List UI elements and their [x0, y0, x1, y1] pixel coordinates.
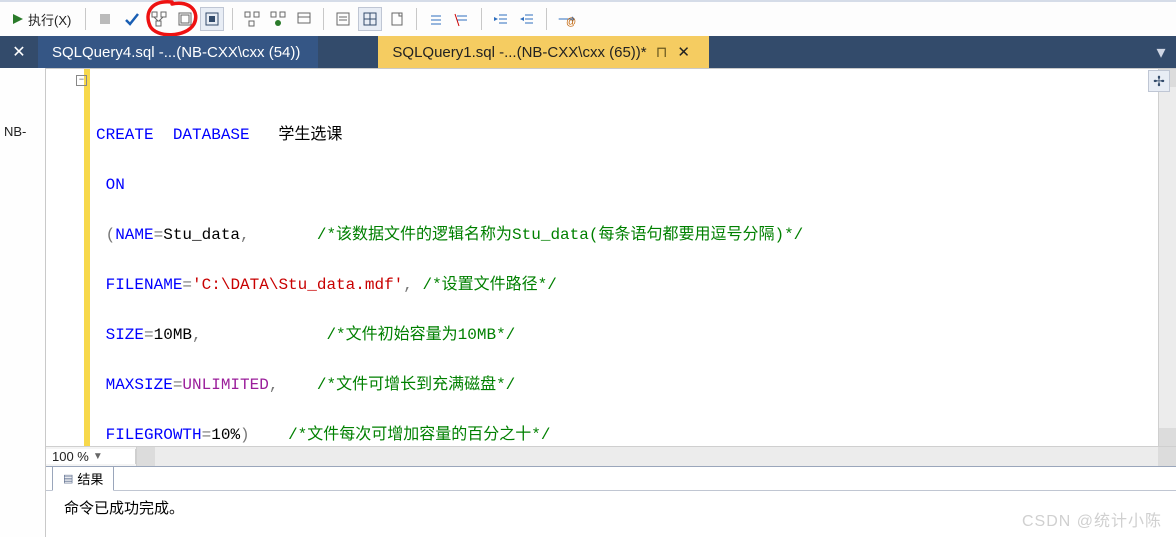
object-explorer-collapsed[interactable]: NB- — [0, 68, 46, 537]
results-file-button[interactable] — [386, 7, 408, 31]
outdent-button[interactable] — [516, 7, 538, 31]
tab-sqlquery1[interactable]: SQLQuery1.sql -...(NB-CXX\cxx (65))* ⊓ ✕ — [378, 36, 708, 68]
results-tabstrip: ▤ 结果 — [46, 467, 1176, 491]
query-options-button[interactable] — [174, 7, 196, 31]
line-margin — [46, 69, 84, 446]
scroll-right-button[interactable] — [1158, 447, 1176, 466]
svg-text:@: @ — [566, 17, 576, 27]
separator — [232, 8, 233, 30]
chevron-down-icon: ▼ — [93, 451, 103, 462]
tab-label: SQLQuery1.sql -...(NB-CXX\cxx (65))* — [392, 44, 646, 61]
zoom-dropdown[interactable]: 100 % ▼ — [46, 449, 136, 464]
editor-pane: − CREATE DATABASE 学生选课 ON (NAME=Stu_data… — [46, 68, 1176, 466]
uncomment-button[interactable] — [451, 7, 473, 31]
indent-button[interactable] — [490, 7, 512, 31]
results-text-button[interactable] — [332, 7, 354, 31]
editor-footer: 100 % ▼ — [46, 446, 1176, 466]
execute-button[interactable]: 执行(X) — [6, 7, 77, 31]
results-tab[interactable]: ▤ 结果 — [52, 466, 114, 491]
results-grid-button[interactable] — [358, 7, 382, 31]
scroll-left-button[interactable] — [137, 447, 155, 466]
pin-icon[interactable]: ⊓ — [655, 43, 669, 61]
zoom-value: 100 % — [52, 449, 89, 464]
separator — [546, 8, 547, 30]
client-stats-button[interactable] — [293, 7, 315, 31]
split-window-button[interactable]: ✢ — [1148, 70, 1170, 92]
messages-icon: ▤ — [63, 472, 73, 485]
horizontal-scrollbar[interactable] — [136, 447, 1176, 466]
side-label: NB- — [4, 124, 26, 139]
collapse-toggle-icon[interactable]: − — [76, 75, 87, 86]
results-pane: ▤ 结果 命令已成功完成。 — [46, 466, 1176, 537]
separator — [481, 8, 482, 30]
actual-plan-button[interactable] — [241, 7, 263, 31]
separator — [323, 8, 324, 30]
document-tab-strip: ✕ SQLQuery4.sql -...(NB-CXX\cxx (54)) SQ… — [0, 36, 1176, 68]
intellisense-button[interactable] — [200, 7, 224, 31]
close-panel-button[interactable]: ✕ — [0, 36, 38, 68]
specify-params-button[interactable]: ⟶@ — [555, 7, 579, 31]
code-editor[interactable]: − CREATE DATABASE 学生选课 ON (NAME=Stu_data… — [46, 69, 1176, 446]
separator — [85, 8, 86, 30]
code-content[interactable]: − CREATE DATABASE 学生选课 ON (NAME=Stu_data… — [90, 69, 1158, 446]
separator — [416, 8, 417, 30]
live-stats-button[interactable] — [267, 7, 289, 31]
stop-button[interactable] — [94, 7, 116, 31]
comment-button[interactable] — [425, 7, 447, 31]
scroll-down-button[interactable] — [1159, 428, 1176, 446]
tab-label: SQLQuery4.sql -...(NB-CXX\cxx (54)) — [52, 44, 300, 61]
results-tab-label: 结果 — [77, 469, 103, 488]
close-tab-icon[interactable]: ✕ — [677, 43, 691, 61]
tab-sqlquery4[interactable]: SQLQuery4.sql -...(NB-CXX\cxx (54)) — [38, 36, 318, 68]
tab-overflow-button[interactable]: ▾ — [1146, 36, 1176, 68]
parse-check-button[interactable] — [120, 7, 144, 31]
vertical-scrollbar[interactable] — [1158, 69, 1176, 446]
results-message: 命令已成功完成。 — [46, 491, 1176, 524]
execute-label: 执行(X) — [28, 10, 71, 29]
toolbar: 执行(X) ⟶ — [0, 0, 1176, 36]
estimated-plan-button[interactable] — [148, 7, 170, 31]
